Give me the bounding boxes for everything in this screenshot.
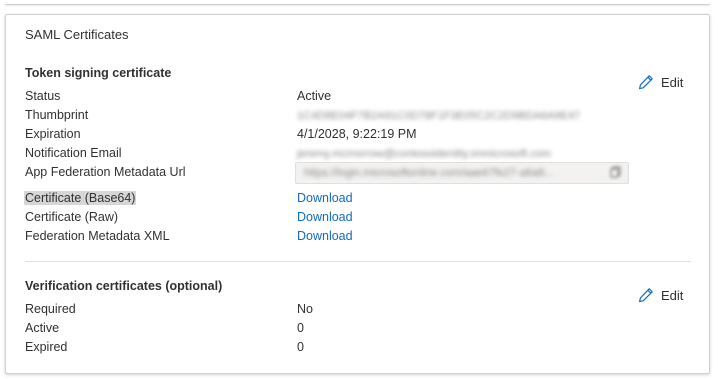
notification-email-label: Notification Email	[25, 146, 122, 160]
required-label: Required	[25, 302, 76, 316]
notification-email-value: jeremy.mcmorrow@contosoidentity.onmicros…	[297, 148, 552, 160]
certificate-raw-download-link[interactable]: Download	[297, 210, 353, 224]
token-signing-heading: Token signing certificate	[25, 66, 172, 80]
federation-metadata-xml-row: Federation Metadata XML Download	[25, 229, 625, 248]
edit-label: Edit	[661, 287, 684, 303]
section-divider	[25, 261, 691, 262]
federation-metadata-xml-download-link[interactable]: Download	[297, 229, 353, 243]
status-row: Status Active	[25, 89, 625, 108]
verification-heading: Verification certificates (optional)	[25, 279, 223, 293]
saml-certificates-card: SAML Certificates Token signing certific…	[5, 14, 710, 374]
expired-value: 0	[297, 340, 304, 354]
thumbprint-label: Thumbprint	[25, 108, 89, 122]
certificate-base64-label: Certificate (Base64)	[24, 191, 137, 205]
thumbprint-row: Thumbprint 1C4D8E04F7B2A91C0D78F1F3E05C2…	[25, 108, 625, 127]
required-value: No	[297, 302, 313, 316]
expiration-row: Expiration 4/1/2028, 9:22:19 PM	[25, 127, 625, 146]
expiration-value: 4/1/2028, 9:22:19 PM	[297, 127, 417, 141]
active-label: Active	[25, 321, 60, 335]
metadata-url-label: App Federation Metadata Url	[25, 165, 186, 179]
expired-row: Expired 0	[25, 340, 625, 359]
certificate-raw-row: Certificate (Raw) Download	[25, 210, 625, 229]
status-value: Active	[297, 89, 332, 103]
status-label: Status	[25, 89, 61, 103]
active-row: Active 0	[25, 321, 625, 340]
pencil-icon	[638, 287, 654, 303]
previous-card-edge	[5, 0, 710, 5]
copy-icon[interactable]	[610, 166, 622, 178]
metadata-url-field[interactable]: https://login.microsoftonline.com/aae67f…	[295, 162, 629, 184]
pencil-icon	[638, 74, 654, 90]
active-value: 0	[297, 321, 304, 335]
certificate-base64-row: Certificate (Base64) Download	[24, 191, 625, 210]
token-signing-edit-button[interactable]: Edit	[638, 74, 683, 90]
federation-metadata-xml-label: Federation Metadata XML	[25, 229, 170, 243]
metadata-url-value: https://login.microsoftonline.com/aae67f…	[304, 167, 554, 179]
card-title: SAML Certificates	[25, 27, 129, 42]
certificate-base64-download-link[interactable]: Download	[297, 191, 353, 205]
edit-label: Edit	[661, 74, 684, 90]
certificate-raw-label: Certificate (Raw)	[25, 210, 119, 224]
expired-label: Expired	[25, 340, 68, 354]
metadata-url-row: App Federation Metadata Url https://logi…	[25, 162, 629, 184]
expiration-label: Expiration	[25, 127, 81, 141]
thumbprint-value: 1C4D8E04F7B2A91C0D78F1F3E05C2C2D9BDA6A9E…	[297, 110, 581, 122]
required-row: Required No	[25, 302, 625, 321]
verification-edit-button[interactable]: Edit	[638, 287, 683, 303]
